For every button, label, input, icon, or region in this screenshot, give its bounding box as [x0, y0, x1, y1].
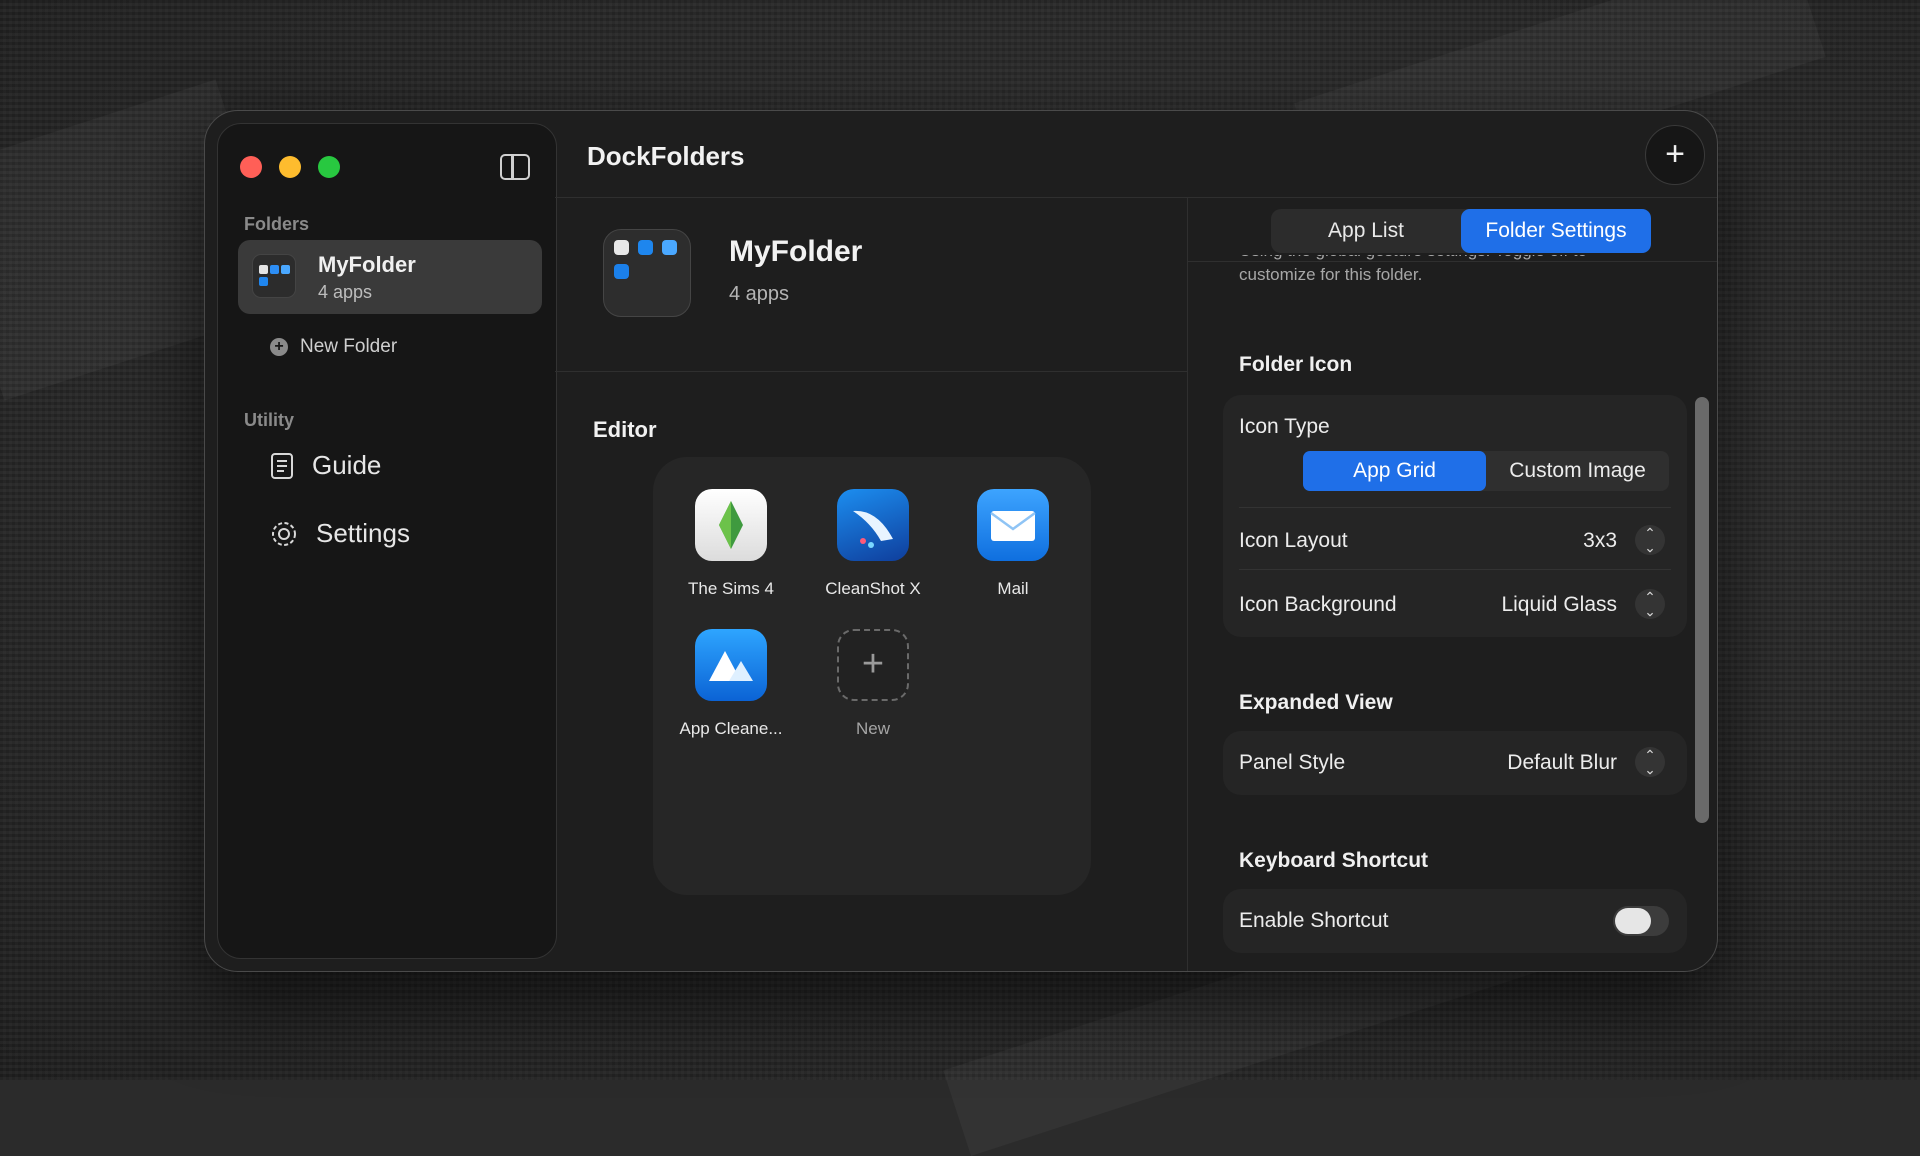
- utility-section-label: Utility: [244, 410, 295, 430]
- folder-thumbnail-icon: [252, 254, 296, 298]
- settings-scrollbar[interactable]: [1695, 397, 1709, 823]
- app-label: The Sims 4: [688, 579, 774, 598]
- minimize-button[interactable]: [279, 156, 301, 178]
- new-folder-button[interactable]: + New Folder: [270, 336, 397, 358]
- plus-icon: +: [837, 629, 909, 701]
- enable-shortcut-toggle[interactable]: [1613, 906, 1669, 936]
- folder-title: MyFolder: [729, 235, 863, 268]
- chevron-updown-icon[interactable]: ⌃ ⌃: [1635, 747, 1665, 777]
- editor-label: Editor: [593, 417, 657, 442]
- help-text-line: customize for this folder.: [1239, 265, 1423, 284]
- folder-icon-heading: Folder Icon: [1239, 353, 1353, 376]
- sidebar-item-guide[interactable]: Guide: [270, 450, 381, 481]
- titlebar-divider: [555, 197, 1717, 198]
- app-tile-new[interactable]: + New: [803, 629, 943, 739]
- sidebar-item-settings[interactable]: Settings: [270, 518, 410, 549]
- icon-layout-value[interactable]: 3x3: [1583, 529, 1617, 553]
- folder-name: MyFolder: [318, 252, 416, 277]
- new-folder-label: New Folder: [300, 336, 398, 357]
- sims-plumbob-icon: [695, 489, 767, 561]
- header-divider: [555, 371, 1187, 372]
- sidebar-item-myfolder[interactable]: MyFolder 4 apps: [238, 240, 542, 314]
- app-tile-sims4[interactable]: The Sims 4: [661, 489, 801, 599]
- add-folder-button[interactable]: +: [1645, 125, 1705, 185]
- app-window: Folders MyFolder 4 apps + New Folder Uti…: [204, 110, 1718, 972]
- folders-section-label: Folders: [244, 214, 310, 234]
- folder-preview-icon: [603, 229, 691, 317]
- panel-style-value[interactable]: Default Blur: [1507, 751, 1617, 775]
- tab-app-list[interactable]: App List: [1271, 209, 1461, 253]
- app-label: New: [855, 719, 890, 738]
- toggle-knob: [1615, 908, 1651, 934]
- panel-style-label: Panel Style: [1239, 751, 1346, 774]
- view-tabs: App List Folder Settings: [1271, 209, 1651, 253]
- cleanshot-icon: [837, 489, 909, 561]
- expanded-view-group: Panel Style Default Blur ⌃ ⌃: [1223, 731, 1687, 795]
- folder-app-count: 4 apps: [318, 282, 373, 302]
- row-divider: [1239, 507, 1671, 508]
- chevron-updown-icon[interactable]: ⌃ ⌃: [1635, 589, 1665, 619]
- icon-type-segmented-control: App Grid Custom Image: [1303, 451, 1669, 491]
- book-icon: [271, 452, 293, 479]
- icon-type-app-grid[interactable]: App Grid: [1303, 451, 1486, 491]
- appcleaner-mountain-icon: [695, 629, 767, 701]
- app-tile-cleanshot[interactable]: CleanShot X: [803, 489, 943, 599]
- mail-envelope-icon: [977, 489, 1049, 561]
- app-tile-appcleaner[interactable]: App Cleane...: [661, 629, 801, 739]
- settings-label: Settings: [316, 518, 410, 548]
- expanded-view-heading: Expanded View: [1239, 691, 1393, 714]
- icon-type-custom-image[interactable]: Custom Image: [1486, 451, 1669, 491]
- folder-subtitle: 4 apps: [729, 283, 790, 305]
- plus-icon: +: [1665, 135, 1685, 173]
- keyboard-shortcut-heading: Keyboard Shortcut: [1239, 849, 1429, 872]
- guide-label: Guide: [312, 450, 382, 480]
- folder-icon-group: Icon Type App Grid Custom Image Icon Lay…: [1223, 395, 1687, 637]
- zoom-button[interactable]: [318, 156, 340, 178]
- tab-folder-settings[interactable]: Folder Settings: [1461, 209, 1651, 253]
- keyboard-shortcut-group: Enable Shortcut: [1223, 889, 1687, 953]
- close-button[interactable]: [240, 156, 262, 178]
- editor-grid: The Sims 4 CleanShot X Mail App Cleane..…: [653, 457, 1091, 895]
- icon-layout-label: Icon Layout: [1239, 529, 1348, 552]
- row-divider: [1239, 569, 1671, 570]
- enable-shortcut-label: Enable Shortcut: [1239, 909, 1389, 932]
- app-tile-mail[interactable]: Mail: [943, 489, 1083, 599]
- plus-circle-icon: +: [270, 338, 288, 356]
- app-label: App Cleane...: [679, 719, 783, 738]
- gear-icon: [272, 521, 296, 546]
- sidebar-toggle-icon[interactable]: [500, 154, 530, 180]
- app-label: Mail: [997, 579, 1029, 598]
- icon-background-value[interactable]: Liquid Glass: [1501, 593, 1617, 617]
- icon-background-label: Icon Background: [1239, 593, 1397, 616]
- window-title: DockFolders: [587, 141, 745, 171]
- panel-divider: [1187, 197, 1188, 971]
- sidebar: Folders MyFolder 4 apps + New Folder Uti…: [217, 123, 557, 959]
- icon-type-label: Icon Type: [1239, 415, 1330, 438]
- app-label: CleanShot X: [825, 579, 921, 598]
- chevron-updown-icon[interactable]: ⌃ ⌃: [1635, 525, 1665, 555]
